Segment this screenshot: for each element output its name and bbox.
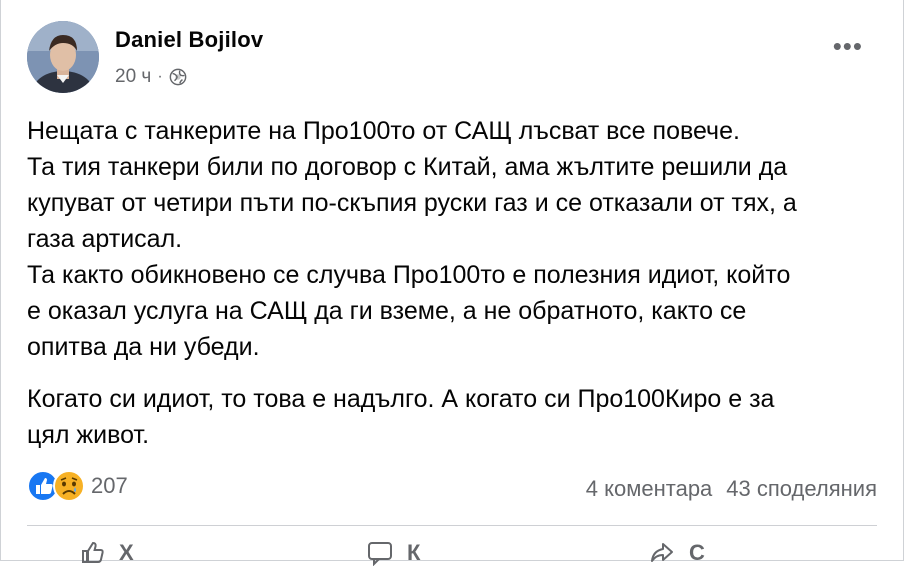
- reactions-summary[interactable]: 207: [27, 470, 128, 502]
- comment-icon: [368, 542, 392, 566]
- divider: [27, 525, 877, 526]
- post-text: Нещата с танкерите на Про100то от САЩ лъ…: [27, 113, 877, 469]
- sad-icon: [53, 470, 85, 502]
- more-options-button[interactable]: •••: [833, 33, 863, 59]
- text-line: опитва да ни убеди.: [27, 333, 260, 361]
- reaction-icons: [27, 470, 85, 502]
- shares-count-link[interactable]: 43 споделяния: [726, 476, 877, 502]
- avatar-photo: [27, 21, 99, 93]
- post-meta: 20 ч ·: [115, 66, 187, 88]
- share-label: С: [689, 540, 705, 565]
- text-line: Нещата с танкерите на Про100то от САЩ лъ…: [27, 117, 740, 145]
- post-paragraph: Нещата с танкерите на Про100то от САЩ лъ…: [27, 113, 877, 365]
- post-card: Daniel Bojilov 20 ч · ••• Нещата с танке…: [0, 0, 904, 566]
- comment-button[interactable]: К: [367, 540, 420, 566]
- text-line: купуват от четири пъти по-скъпия руски г…: [27, 189, 797, 217]
- comments-count-link[interactable]: 4 коментара: [586, 476, 713, 502]
- text-line: газа артисал.: [27, 225, 183, 253]
- share-icon: [651, 543, 673, 562]
- text-line: Та както обикновено се случва Про100то е…: [27, 261, 791, 289]
- text-line: Та тия танкери били по договор с Китай, …: [27, 153, 788, 181]
- reaction-count: 207: [91, 473, 128, 498]
- like-button[interactable]: Х: [79, 540, 134, 566]
- post-paragraph: Когато си идиот, то това е надълго. А ко…: [27, 381, 877, 453]
- action-bar: Х К С: [1, 540, 903, 580]
- avatar[interactable]: [27, 21, 99, 93]
- share-button[interactable]: С: [649, 540, 705, 566]
- meta-separator: ·: [157, 68, 163, 85]
- globe-icon[interactable]: [169, 68, 187, 86]
- text-line: цял живот.: [27, 421, 150, 449]
- text-line: Когато си идиот, то това е надълго. А ко…: [27, 385, 775, 413]
- author-name[interactable]: Daniel Bojilov: [115, 27, 263, 53]
- engagement-stats: 4 коментара 43 споделяния: [586, 476, 877, 502]
- text-line: е оказал услуга на САЩ да ги вземе, а не…: [27, 297, 747, 325]
- post-time[interactable]: 20 ч: [115, 66, 151, 88]
- thumbs-up-icon: [82, 541, 104, 563]
- like-label: Х: [119, 540, 134, 565]
- comment-label: К: [407, 540, 421, 565]
